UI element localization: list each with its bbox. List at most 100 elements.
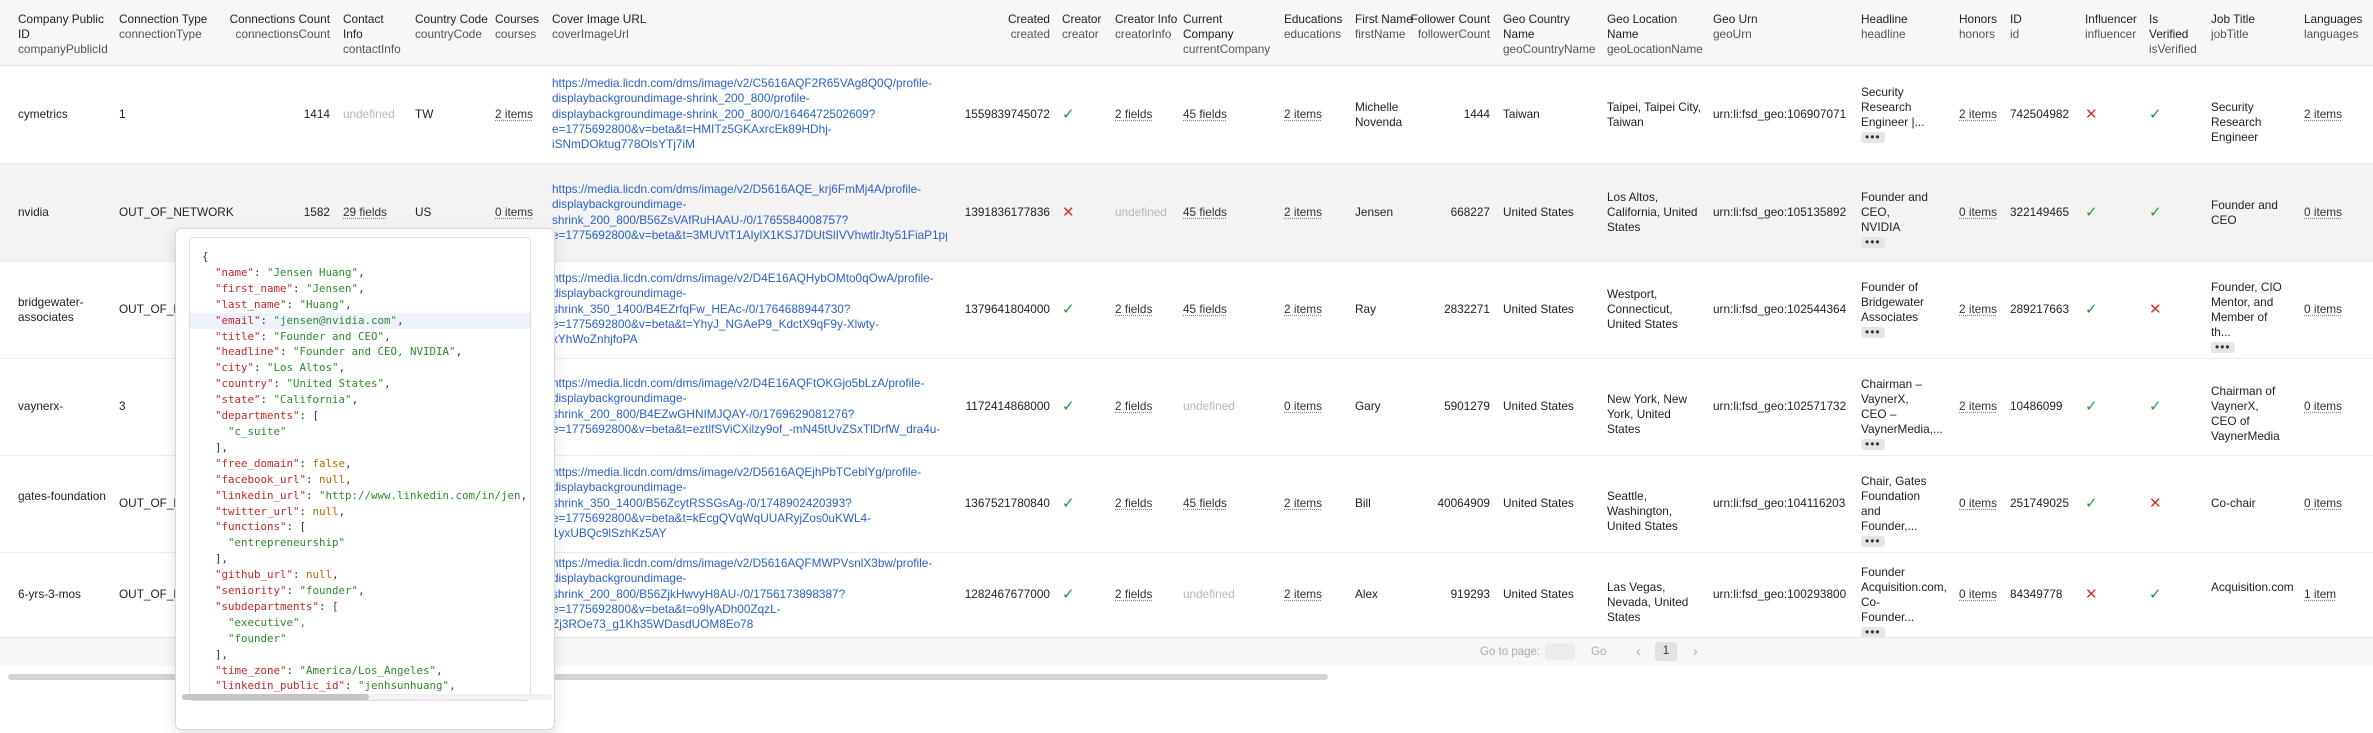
cell-courses[interactable]: 2 items — [495, 107, 550, 122]
cover-image-url-line[interactable]: e=1775692800&v=beta&t=HMITz5GKAxrcEk89HD… — [552, 122, 947, 137]
expand-educations-link[interactable]: 2 items — [1284, 587, 1322, 601]
cover-image-url-line[interactable]: e=1775692800&v=beta&t=3MUVtT1AIylX1KSJ7D… — [552, 228, 947, 243]
cover-image-url-line[interactable]: displaybackgroundimage- — [552, 480, 947, 495]
column-header-currentCompany[interactable]: Current Company currentCompany — [1183, 12, 1270, 57]
column-header-created[interactable]: Created created — [940, 12, 1050, 42]
cover-image-url-line[interactable]: e=1775692800&v=beta&t=YhyJ_NGAeP9_KdctX9… — [552, 317, 947, 332]
expand-honors-link[interactable]: 0 items — [1959, 587, 1997, 601]
cell-educations[interactable]: 2 items — [1284, 496, 1354, 511]
cover-image-url-line[interactable]: e=1775692800&v=beta&t=kEcgQVqWqUUARyjZos… — [552, 511, 947, 526]
cell-honors[interactable]: 0 items — [1959, 496, 2009, 511]
cover-image-url-line[interactable]: shrink_200_800/B4EZwGHNIMJQAY-/0/1769629… — [552, 407, 947, 422]
cover-image-url-line[interactable]: displaybackgroundimage- — [552, 391, 947, 406]
column-header-honors[interactable]: Honors honors — [1959, 12, 2009, 42]
expand-creatorInfo-link[interactable]: 2 fields — [1115, 399, 1152, 413]
cell-languages[interactable]: 0 items — [2304, 399, 2370, 414]
expand-honors-link[interactable]: 2 items — [1959, 399, 1997, 413]
column-header-id[interactable]: ID id — [2010, 12, 2070, 42]
expand-honors-link[interactable]: 0 items — [1959, 496, 1997, 510]
cover-image-url-line[interactable]: https://media.licdn.com/dms/image/v2/D56… — [552, 465, 947, 480]
cover-image-url-line[interactable]: displaybackgroundimage- — [552, 571, 947, 586]
cover-image-url-line[interactable]: displaybackgroundimage-shrink_200_800/pr… — [552, 91, 947, 106]
go-button[interactable]: Go — [1591, 646, 1606, 658]
cell-educations[interactable]: 0 items — [1284, 399, 1354, 414]
cell-creatorInfo[interactable]: 2 fields — [1115, 107, 1180, 122]
cell-honors[interactable]: 0 items — [1959, 205, 2009, 220]
cell-creatorInfo[interactable]: 2 fields — [1115, 496, 1180, 511]
cell-coverImageUrl[interactable]: https://media.licdn.com/dms/image/v2/C56… — [552, 76, 947, 152]
expand-creatorInfo-link[interactable]: 2 fields — [1115, 587, 1152, 601]
page-button-current[interactable]: 1 — [1655, 642, 1677, 661]
cell-coverImageUrl[interactable]: https://media.licdn.com/dms/image/v2/D56… — [552, 182, 947, 243]
cell-coverImageUrl[interactable]: https://media.licdn.com/dms/image/v2/D56… — [552, 556, 947, 632]
expand-honors-link[interactable]: 0 items — [1959, 205, 1997, 219]
prev-page-button[interactable]: ‹ — [1636, 643, 1641, 659]
column-header-educations[interactable]: Educations educations — [1284, 12, 1354, 42]
cover-image-url-line[interactable]: https://media.licdn.com/dms/image/v2/D56… — [552, 556, 947, 571]
goto-page-input[interactable] — [1545, 643, 1575, 660]
expand-jobTitle-button[interactable]: ••• — [2211, 341, 2235, 354]
expand-contactInfo-link[interactable]: 29 fields — [343, 205, 387, 219]
cell-coverImageUrl[interactable]: https://media.licdn.com/dms/image/v2/D4E… — [552, 271, 947, 347]
column-header-countryCode[interactable]: Country Code countryCode — [415, 12, 490, 42]
expand-educations-link[interactable]: 2 items — [1284, 302, 1322, 316]
cover-image-url-line[interactable]: shrink_350_1400/B4EZrfqFw_HEAc-/0/176468… — [552, 302, 947, 317]
cover-image-url-line[interactable]: Zj3ROe73_g1Kh35WDasdUOM8Eo78 — [552, 617, 947, 632]
cover-image-url-line[interactable]: e=1775692800&v=beta&t=eztlfSViCXilzy9of_… — [552, 422, 947, 437]
cover-image-url-line[interactable]: https://media.licdn.com/dms/image/v2/D4E… — [552, 376, 947, 391]
cell-honors[interactable]: 2 items — [1959, 302, 2009, 317]
expand-educations-link[interactable]: 0 items — [1284, 399, 1322, 413]
expand-currentCompany-link[interactable]: 45 fields — [1183, 205, 1227, 219]
cover-image-url-line[interactable]: displaybackgroundimage-shrink_200_800/0/… — [552, 107, 947, 122]
column-header-contactInfo[interactable]: Contact Info contactInfo — [343, 12, 403, 57]
expand-languages-link[interactable]: 2 items — [2304, 107, 2342, 121]
cell-courses[interactable]: 0 items — [495, 205, 550, 220]
cover-image-url-line[interactable]: https://media.licdn.com/dms/image/v2/D4E… — [552, 271, 947, 286]
expand-headline-button[interactable]: ••• — [1861, 326, 1885, 339]
column-header-influencer[interactable]: Influencer influencer — [2085, 12, 2145, 42]
column-header-geoUrn[interactable]: Geo Urn geoUrn — [1713, 12, 1863, 42]
expand-creatorInfo-link[interactable]: 2 fields — [1115, 496, 1152, 510]
expand-currentCompany-link[interactable]: 45 fields — [1183, 302, 1227, 316]
column-header-coverImageUrl[interactable]: Cover Image URL coverImageUrl — [552, 12, 952, 42]
cell-coverImageUrl[interactable]: https://media.licdn.com/dms/image/v2/D56… — [552, 465, 947, 541]
expand-languages-link[interactable]: 0 items — [2304, 496, 2342, 510]
cell-currentCompany[interactable]: 45 fields — [1183, 496, 1263, 511]
table-row[interactable]: cymetrics 1 1414 undefined TW 2 items https://… — [0, 66, 2373, 164]
cell-creatorInfo[interactable]: 2 fields — [1115, 302, 1180, 317]
cell-currentCompany[interactable]: 45 fields — [1183, 302, 1263, 317]
expand-languages-link[interactable]: 0 items — [2304, 205, 2342, 219]
column-header-jobTitle[interactable]: Job Title jobTitle — [2211, 12, 2286, 42]
cover-image-url-line[interactable]: https://media.licdn.com/dms/image/v2/D56… — [552, 182, 947, 197]
expand-educations-link[interactable]: 2 items — [1284, 496, 1322, 510]
json-horizontal-scrollbar-thumb[interactable] — [182, 694, 369, 700]
cell-languages[interactable]: 0 items — [2304, 205, 2370, 220]
cell-languages[interactable]: 1 item — [2304, 587, 2370, 602]
column-header-followerCount[interactable]: Follower Count followerCount — [1410, 12, 1490, 42]
cell-honors[interactable]: 2 items — [1959, 399, 2009, 414]
column-header-connectionsCount[interactable]: Connections Count connectionsCount — [225, 12, 330, 42]
expand-honors-link[interactable]: 2 items — [1959, 107, 1997, 121]
expand-headline-button[interactable]: ••• — [1861, 236, 1885, 249]
column-header-geoLocationName[interactable]: Geo Location Name geoLocationName — [1607, 12, 1707, 57]
cell-languages[interactable]: 2 items — [2304, 107, 2370, 122]
cell-currentCompany[interactable]: 45 fields — [1183, 107, 1263, 122]
cell-currentCompany[interactable]: 45 fields — [1183, 205, 1263, 220]
cover-image-url-line[interactable]: https://media.licdn.com/dms/image/v2/C56… — [552, 76, 947, 91]
cover-image-url-line[interactable]: shrink_200_800/B56ZsVAfRuHAAU-/0/1765584… — [552, 213, 947, 228]
cover-image-url-line[interactable]: displaybackgroundimage- — [552, 197, 947, 212]
expand-languages-link[interactable]: 0 items — [2304, 399, 2342, 413]
cover-image-url-line[interactable]: displaybackgroundimage- — [552, 286, 947, 301]
cell-educations[interactable]: 2 items — [1284, 302, 1354, 317]
column-header-creatorInfo[interactable]: Creator Info creatorInfo — [1115, 12, 1180, 42]
cell-contactInfo[interactable]: 29 fields — [343, 205, 403, 220]
expand-languages-link[interactable]: 1 item — [2304, 587, 2336, 601]
expand-headline-button[interactable]: ••• — [1861, 535, 1885, 548]
expand-creatorInfo-link[interactable]: 2 fields — [1115, 302, 1152, 316]
column-header-connectionType[interactable]: Connection Type connectionType — [119, 12, 229, 42]
cell-educations[interactable]: 2 items — [1284, 107, 1354, 122]
cover-image-url-line[interactable]: 1yxUBQc9lSzhKz5AY — [552, 526, 947, 541]
cell-honors[interactable]: 2 items — [1959, 107, 2009, 122]
expand-creatorInfo-link[interactable]: 2 fields — [1115, 107, 1152, 121]
column-header-companyPublicId[interactable]: Company Public ID companyPublicId — [18, 12, 113, 57]
